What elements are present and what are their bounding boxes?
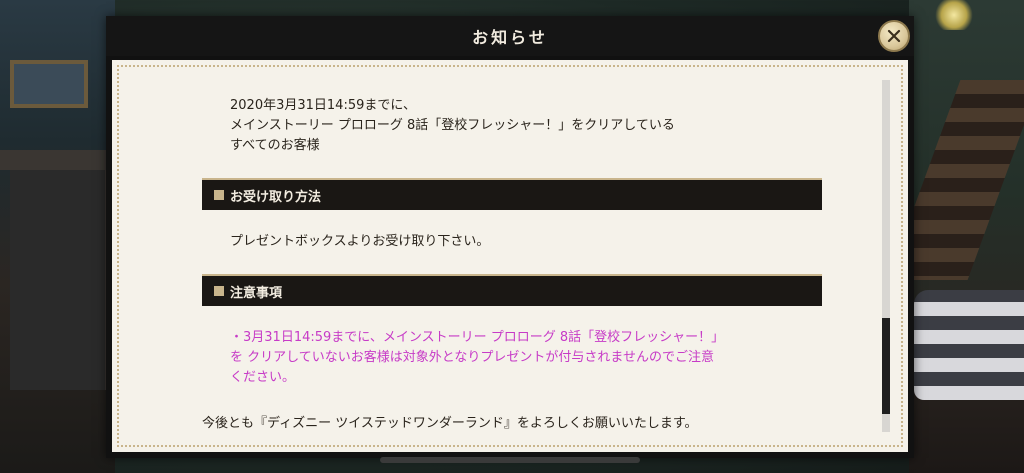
notice-paper: 2020年3月31日14:59までに、 メインストーリー プロローグ 8話「登校… xyxy=(112,60,908,452)
notice-line: を クリアしていないお客様は対象外となりプレゼントが付与されませんのでご注意 xyxy=(230,350,714,365)
intro-text: 2020年3月31日14:59までに、 メインストーリー プロローグ 8話「登校… xyxy=(230,96,850,156)
section-heading-notes: 注意事項 xyxy=(202,274,822,306)
background-left-room xyxy=(0,0,115,473)
section-marker-icon xyxy=(214,286,224,296)
intro-line: 2020年3月31日14:59までに、 xyxy=(230,98,416,113)
home-indicator xyxy=(380,457,640,463)
section-title: 注意事項 xyxy=(230,285,283,301)
notice-dialog: お知らせ 2020年3月31日14:59までに、 メインストーリー プロローグ … xyxy=(106,16,914,458)
background-lamp xyxy=(934,0,974,30)
background-painting xyxy=(10,60,88,108)
intro-line: メインストーリー プロローグ 8話「登校フレッシャー！」をクリアしている xyxy=(230,118,675,133)
section-heading-receive: お受け取り方法 xyxy=(202,178,822,210)
scrollbar-track[interactable] xyxy=(882,80,890,432)
dialog-header: お知らせ xyxy=(106,16,914,56)
section-title: お受け取り方法 xyxy=(230,189,322,205)
intro-line: すべてのお客様 xyxy=(230,138,320,153)
close-button[interactable] xyxy=(878,20,910,52)
scrollbar-thumb[interactable] xyxy=(882,318,890,414)
background-sofa xyxy=(914,290,1024,400)
close-icon xyxy=(887,29,901,43)
background-right-room xyxy=(887,0,1024,473)
dialog-title: お知らせ xyxy=(472,28,548,47)
notice-warning-text: ・3月31日14:59までに、メインストーリー プロローグ 8話「登校フレッシャ… xyxy=(230,328,790,388)
background-fireplace xyxy=(10,170,111,390)
background-mantel xyxy=(0,150,110,170)
section-marker-icon xyxy=(214,190,224,200)
receive-instructions: プレゼントボックスよりお受け取り下さい。 xyxy=(230,234,490,249)
notice-line: ください。 xyxy=(230,370,296,385)
closing-message: 今後とも『ディズニー ツイステッドワンダーランド』をよろしくお願いいたします。 xyxy=(202,416,698,431)
notice-line: ・3月31日14:59までに、メインストーリー プロローグ 8話「登校フレッシャ… xyxy=(230,330,725,345)
